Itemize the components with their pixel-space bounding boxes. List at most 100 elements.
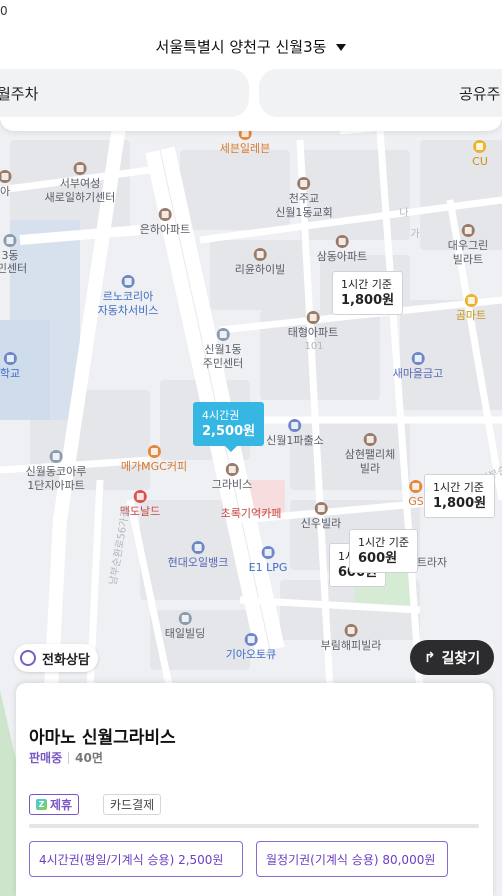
fuel-icon	[191, 541, 205, 554]
status-badge: 판매중	[29, 751, 63, 765]
price-marker[interactable]: 1시간 기준 1,800원	[424, 474, 496, 518]
store-icon	[464, 294, 478, 307]
price-marker-label: 4시간권	[202, 409, 240, 422]
poi-samdong-apt[interactable]: 삼동아파트	[317, 235, 367, 264]
poi-center-fragment: 민센터	[0, 262, 28, 275]
poi-hyundai-oilbank[interactable]: 현대오일뱅크	[168, 541, 228, 570]
ticket-label: 4시간권(평일/기계식 승용) 2,500원	[39, 852, 224, 867]
poi-gs[interactable]: GS	[408, 480, 424, 509]
poi-gom-mart[interactable]: 곰마트	[456, 294, 486, 323]
poi-mega-coffee[interactable]: 메가MGC커피	[121, 445, 187, 474]
price-marker-value: 600원	[358, 551, 398, 566]
poi-taeil-building[interactable]: 태일빌딩	[165, 612, 205, 641]
space-count: 40면	[75, 751, 103, 765]
poi-police-box[interactable]: 신월1파출소	[266, 419, 324, 448]
price-marker-value: 1,800원	[433, 496, 487, 511]
poi-kia-autoq[interactable]: 기아오토큐	[226, 633, 276, 662]
church-icon	[297, 177, 311, 190]
phone-consult-label: 전화상담	[42, 652, 90, 668]
apartment-icon	[461, 224, 475, 237]
price-marker-value: 2,500원	[202, 424, 256, 439]
poi-burim-villa[interactable]: 부림해피빌라	[321, 624, 381, 653]
wrench-icon	[121, 275, 135, 288]
poi-e1-lpg[interactable]: E1 LPG	[249, 546, 287, 575]
price-marker-label: 1시간 기준	[433, 481, 484, 494]
building-icon	[3, 234, 17, 247]
food-icon	[133, 490, 147, 503]
filter-chip-monthly[interactable]: 월주차	[0, 69, 249, 117]
apartment-icon	[253, 248, 267, 261]
chevron-down-icon	[336, 44, 347, 51]
poi-school[interactable]: 학교	[0, 352, 20, 381]
phone-consult-button[interactable]: 전화상담	[14, 644, 98, 672]
ticket-label: 월정기권(기계식 승용) 80,000원	[266, 852, 436, 867]
price-marker-label: 1시간 기준	[358, 536, 409, 549]
apartment-icon	[49, 450, 63, 463]
parking-meta: 판매중 40면	[29, 749, 103, 766]
filter-chip-shared[interactable]: 공유주	[259, 69, 502, 117]
section-divider	[29, 824, 479, 828]
bank-icon	[411, 352, 425, 365]
building-icon	[178, 612, 192, 625]
poi-cu[interactable]: CU	[472, 140, 488, 169]
poi-taehyung-apt[interactable]: 태형아파트	[288, 311, 338, 340]
poi-seven-eleven[interactable]: 세븐일레븐	[220, 127, 270, 156]
poi-3dong[interactable]: 3동	[1, 234, 19, 263]
price-marker-selected[interactable]: 4시간권 2,500원	[193, 402, 265, 452]
poi-chorok-cafe[interactable]: 초록기억카페	[221, 507, 282, 521]
location-label: 서울특별시 양천구 신월3동	[155, 38, 327, 56]
partner-tag: Z 제휴	[29, 794, 80, 815]
parking-detail-card[interactable]: 아마노 신월그라비스 판매중 40면 Z 제휴 카드결제 4시간권(평일/기계식…	[16, 683, 493, 896]
store-icon	[473, 140, 487, 153]
poi-riyun-hivill[interactable]: 리윤하이빌	[235, 248, 285, 277]
poi-gravis[interactable]: 그라비스	[212, 463, 252, 492]
parking-name: 아마노 신월그라비스	[29, 728, 176, 748]
apartment-icon	[335, 235, 349, 248]
ticket-option[interactable]: 월정기권(기계식 승용) 80,000원	[256, 841, 448, 877]
building-number: 101	[304, 341, 324, 352]
wrench-icon	[244, 633, 258, 646]
poi-church[interactable]: 천주교 신월1동교회	[275, 177, 333, 220]
poi-renault[interactable]: 르노코리아 자동차서비스	[98, 275, 158, 318]
poi-samhyun-villa[interactable]: 삼현팰리체 빌라	[345, 433, 395, 476]
poi-fragment-a[interactable]: 아	[0, 170, 12, 199]
police-icon	[288, 419, 302, 432]
divider	[68, 751, 70, 764]
poi-daewoo-villa[interactable]: 대우그린 빌라트	[448, 224, 488, 267]
location-selector[interactable]: 서울특별시 양천구 신월3동	[0, 36, 502, 57]
building-icon	[73, 162, 87, 175]
price-marker[interactable]: 1시간 기준 600원	[349, 529, 418, 573]
ticket-option[interactable]: 4시간권(평일/기계식 승용) 2,500원	[29, 841, 243, 877]
price-marker-value: 1,800원	[341, 293, 395, 308]
poi-eunha-apt[interactable]: 은하아파트	[140, 208, 190, 237]
search-header: 0 서울특별시 양천구 신월3동 월주차 공유주	[0, 0, 502, 131]
apartment-icon	[344, 624, 358, 637]
apartment-icon	[314, 502, 328, 515]
partner-logo-icon: Z	[36, 799, 47, 810]
status-fragment: 0	[0, 4, 8, 18]
poi-women-center[interactable]: 서부여성 새로일하기센터	[45, 162, 115, 205]
directions-label: 길찾기	[441, 650, 481, 667]
price-marker[interactable]: 1시간 기준 1,800원	[332, 271, 404, 315]
building-icon	[225, 463, 239, 476]
poi-plaza-fragment: 트라자	[416, 556, 448, 569]
card-payment-tag: 카드결제	[103, 794, 162, 815]
partner-tag-label: 제휴	[50, 798, 73, 812]
building-icon	[216, 328, 230, 341]
turn-right-icon: ↱	[423, 649, 436, 666]
poi-shinwoo-villa[interactable]: 신우빌라	[301, 502, 341, 531]
card-payment-label: 카드결제	[110, 798, 155, 812]
filter-chip-label: 공유주	[459, 84, 501, 103]
poi-saemaeul-bank[interactable]: 새마을금고	[393, 352, 443, 381]
headset-icon	[20, 650, 36, 666]
filter-chip-label: 월주차	[0, 84, 39, 103]
block-label: 가	[410, 229, 420, 240]
school-icon	[3, 352, 17, 365]
directions-button[interactable]: ↱ 길찾기	[410, 640, 494, 675]
apartment-icon	[306, 311, 320, 324]
poi-koaru-apt[interactable]: 신월동코아루 1단지아파트	[26, 450, 86, 493]
price-marker-label: 1시간 기준	[341, 278, 392, 291]
coffee-icon	[147, 445, 161, 458]
apartment-icon	[158, 208, 172, 221]
poi-community-center[interactable]: 신월1동 주민센터	[203, 328, 243, 371]
